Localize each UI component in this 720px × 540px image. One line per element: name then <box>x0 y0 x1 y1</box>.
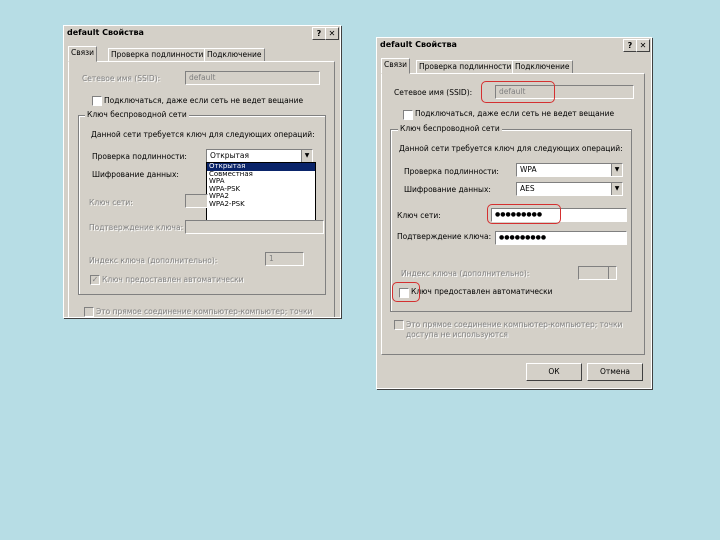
right-group-description: Данной сети требуется ключ для следующих… <box>399 144 623 153</box>
right-adhoc-label-line1: Это прямое соединение компьютер-компьюте… <box>406 320 623 329</box>
right-group-title: Ключ беспроводной сети <box>398 124 502 133</box>
right-title: default Свойства <box>380 40 457 49</box>
right-key-index-field <box>578 266 617 280</box>
chevron-down-icon[interactable]: ▼ <box>611 183 622 195</box>
left-ssid-field: default <box>185 71 320 85</box>
right-auth-label: Проверка подлинности: <box>404 167 499 176</box>
left-auto-key-label: Ключ предоставлен автоматически <box>102 275 244 284</box>
right-broadcast-label: Подключаться, даже если сеть не ведет ве… <box>415 109 615 118</box>
left-title-bar: default Свойства ? ✕ <box>64 26 340 40</box>
left-broadcast-checkbox[interactable] <box>92 96 102 106</box>
left-title: default Свойства <box>67 28 144 37</box>
left-auth-option[interactable]: WPA2-PSK <box>207 200 315 209</box>
right-adhoc-label-line2: доступа не используются <box>406 330 508 339</box>
left-help-button[interactable]: ? <box>312 27 326 40</box>
ok-button[interactable]: ОК <box>526 363 582 381</box>
left-auth-select[interactable]: Открытая ▼ <box>206 149 313 163</box>
right-auth-value: WPA <box>520 165 537 174</box>
right-encryption-select[interactable]: AES ▼ <box>516 182 623 196</box>
right-title-bar: default Свойства ? ✕ <box>377 38 651 52</box>
spinner-arrows-icon <box>608 267 616 279</box>
left-tab-associations[interactable]: Связи <box>68 46 98 62</box>
left-auth-label: Проверка подлинности: <box>92 152 187 161</box>
right-broadcast-checkbox[interactable] <box>403 110 413 120</box>
left-group-description: Данной сети требуется ключ для следующих… <box>91 130 315 139</box>
right-ssid-highlight <box>481 81 555 103</box>
left-properties-dialog: default Свойства ? ✕ Связи Проверка подл… <box>63 25 341 318</box>
left-tab-authentication[interactable]: Проверка подлинности <box>108 48 207 62</box>
right-confirm-label: Подтверждение ключа: <box>397 232 492 241</box>
right-encryption-label: Шифрование данных: <box>404 185 491 194</box>
left-encryption-label: Шифрование данных: <box>92 170 179 179</box>
left-key-label: Ключ сети: <box>89 198 133 207</box>
left-ssid-label: Сетевое имя (SSID): <box>82 74 161 83</box>
right-key-highlight <box>487 204 561 224</box>
right-help-button[interactable]: ? <box>623 39 637 52</box>
left-auth-dropdown-list[interactable]: Открытая Совместная WPA WPA-PSK WPA2 WPA… <box>206 162 316 222</box>
right-ssid-label: Сетевое имя (SSID): <box>394 88 473 97</box>
right-adhoc-checkbox <box>394 320 404 330</box>
left-group-title: Ключ беспроводной сети <box>85 110 189 119</box>
chevron-down-icon[interactable]: ▼ <box>301 150 312 162</box>
left-adhoc-label: Это прямое соединение компьютер-компьюте… <box>96 307 313 316</box>
cancel-button[interactable]: Отмена <box>587 363 643 381</box>
right-properties-dialog: default Свойства ? ✕ Связи Проверка подл… <box>376 37 652 389</box>
left-key-index-field: 1 <box>265 252 304 266</box>
left-confirm-label: Подтверждение ключа: <box>89 223 184 232</box>
right-auto-key-highlight <box>392 282 420 302</box>
right-tab-associations[interactable]: Связи <box>381 58 411 74</box>
left-auto-key-checkbox: ✓ <box>90 275 100 285</box>
left-broadcast-label: Подключаться, даже если сеть не ведет ве… <box>104 96 304 105</box>
left-confirm-field <box>185 220 324 234</box>
left-auth-value: Открытая <box>210 151 249 160</box>
right-auth-select[interactable]: WPA ▼ <box>516 163 623 177</box>
left-close-button[interactable]: ✕ <box>325 27 339 40</box>
right-key-index-label: Индекс ключа (дополнительно): <box>401 269 530 278</box>
right-close-button[interactable]: ✕ <box>636 39 650 52</box>
right-tab-connection[interactable]: Подключение <box>512 60 573 74</box>
right-tab-authentication[interactable]: Проверка подлинности <box>416 60 515 74</box>
right-auto-key-label: Ключ предоставлен автоматически <box>411 287 553 296</box>
right-key-label: Ключ сети: <box>397 211 441 220</box>
left-adhoc-checkbox <box>84 307 94 317</box>
right-encryption-value: AES <box>520 184 535 193</box>
left-tab-connection[interactable]: Подключение <box>204 48 265 62</box>
chevron-down-icon[interactable]: ▼ <box>611 164 622 176</box>
left-key-index-label: Индекс ключа (дополнительно): <box>89 256 218 265</box>
right-confirm-field[interactable]: ●●●●●●●●● <box>495 231 627 245</box>
left-key-field <box>185 194 208 208</box>
